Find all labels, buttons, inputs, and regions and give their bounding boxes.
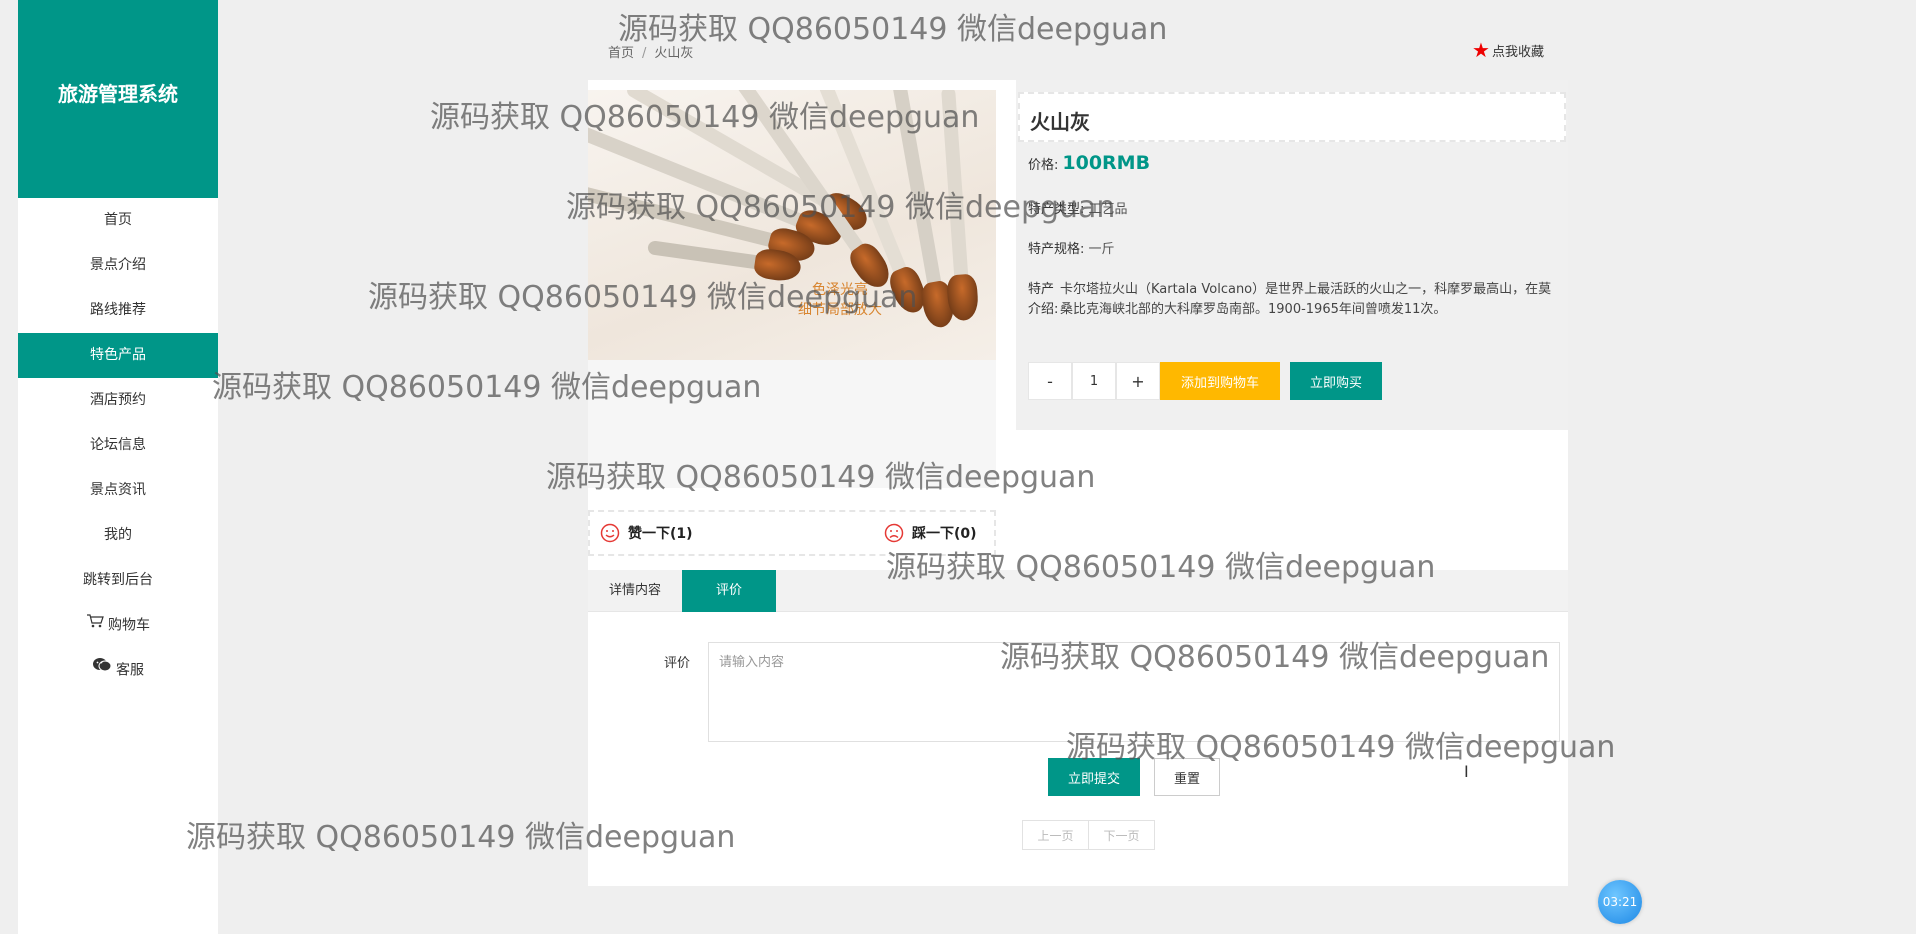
sidebar-item-products[interactable]: 特色产品	[18, 333, 218, 378]
sidebar-item-label: 路线推荐	[90, 302, 146, 318]
timer-badge[interactable]: 03:21	[1598, 880, 1642, 924]
breadcrumb: 首页 / 火山灰	[608, 42, 693, 61]
sidebar-item-cart[interactable]: 购物车	[18, 603, 218, 648]
product-title: 火山灰	[1018, 92, 1566, 142]
sidebar-item-hotels[interactable]: 酒店预约	[18, 378, 218, 423]
like-label: 赞一下(1)	[628, 526, 693, 542]
submit-button[interactable]: 立即提交	[1048, 758, 1140, 796]
spec-row: 特产规格: 一斤	[1028, 238, 1115, 257]
sidebar-item-label: 论坛信息	[90, 437, 146, 453]
breadcrumb-current: 火山灰	[654, 46, 694, 61]
cart-icon	[86, 603, 104, 648]
favorite-label: 点我收藏	[1491, 44, 1544, 60]
sidebar-item-label: 景点资讯	[90, 482, 146, 498]
reset-button[interactable]: 重置	[1154, 758, 1220, 796]
vote-bar: 赞一下(1) 踩一下(0)	[588, 510, 996, 556]
caption-line: 色泽光亮	[812, 282, 868, 298]
sidebar-item-label: 景点介绍	[90, 257, 146, 273]
sidebar-item-mine[interactable]: 我的	[18, 513, 218, 558]
tab-review[interactable]: 评价	[682, 570, 776, 612]
sidebar: 旅游管理系统 首页 景点介绍 路线推荐 特色产品 酒店预约 论坛信息 景点资讯 …	[18, 0, 218, 934]
sidebar-item-label: 首页	[104, 212, 132, 228]
tab-detail[interactable]: 详情内容	[588, 570, 682, 612]
dislike-button[interactable]: 踩一下(0)	[874, 523, 977, 543]
review-input[interactable]	[708, 642, 1560, 742]
watermark: 源码获取 QQ86050149 微信deepguan	[618, 12, 1168, 47]
star-icon: ★	[1472, 38, 1490, 62]
buy-now-button[interactable]: 立即购买	[1290, 362, 1382, 400]
sidebar-item-admin[interactable]: 跳转到后台	[18, 558, 218, 603]
breadcrumb-home[interactable]: 首页	[608, 46, 634, 61]
desc-value: 卡尔塔拉火山（Kartala Volcano）是世界上最活跃的火山之一，科摩罗最…	[1060, 282, 1552, 317]
text-cursor-icon: I	[1464, 762, 1469, 781]
product-image: 色泽光亮 细节局部放大	[588, 90, 996, 360]
sidebar-item-label: 购物车	[108, 617, 150, 634]
add-to-cart-button[interactable]: 添加到购物车	[1160, 362, 1280, 400]
sidebar-item-label: 跳转到后台	[83, 572, 153, 588]
quantity-plus-button[interactable]: +	[1116, 362, 1160, 400]
product-detail: 色泽光亮 细节局部放大 火山灰 价格: 100RMB 特产类型: 工艺品 特产规格…	[588, 80, 1568, 886]
dislike-label: 踩一下(0)	[912, 526, 977, 542]
smile-icon	[600, 523, 620, 543]
sidebar-item-news[interactable]: 景点资讯	[18, 468, 218, 513]
quantity-stepper: - 1 +	[1028, 362, 1160, 400]
type-value: 工艺品	[1088, 202, 1128, 217]
sidebar-item-label: 客服	[116, 662, 144, 679]
sidebar-nav: 首页 景点介绍 路线推荐 特色产品 酒店预约 论坛信息 景点资讯 我的 跳转到后…	[18, 198, 218, 693]
price-value: 100RMB	[1062, 152, 1151, 174]
product-info: 火山灰 价格: 100RMB 特产类型: 工艺品 特产规格: 一斤 特产介绍: 卡…	[1016, 80, 1568, 430]
quantity-minus-button[interactable]: -	[1028, 362, 1072, 400]
breadcrumb-separator: /	[642, 46, 647, 61]
like-button[interactable]: 赞一下(1)	[590, 523, 693, 543]
price-row: 价格: 100RMB	[1028, 152, 1150, 174]
detail-tabs: 详情内容 评价	[588, 570, 1568, 612]
brand: 旅游管理系统	[18, 0, 218, 198]
review-label: 评价	[664, 656, 691, 671]
favorite-button[interactable]: ★ 点我收藏	[1472, 40, 1544, 60]
desc-row: 特产介绍: 卡尔塔拉火山（Kartala Volcano）是世界上最活跃的火山之…	[1028, 280, 1556, 320]
frown-icon	[884, 523, 904, 543]
product-gallery: 色泽光亮 细节局部放大	[588, 90, 996, 488]
prev-page-button[interactable]: 上一页	[1022, 820, 1089, 850]
caption-line: 细节局部放大	[798, 302, 882, 318]
chat-icon	[92, 648, 112, 693]
sidebar-item-label: 我的	[104, 527, 132, 543]
spec-label: 特产规格:	[1028, 242, 1085, 257]
sidebar-item-label: 酒店预约	[90, 392, 146, 408]
sidebar-item-attractions[interactable]: 景点介绍	[18, 243, 218, 288]
spec-value: 一斤	[1088, 242, 1115, 257]
quantity-input[interactable]: 1	[1072, 362, 1116, 400]
next-page-button[interactable]: 下一页	[1088, 820, 1155, 850]
sidebar-item-home[interactable]: 首页	[18, 198, 218, 243]
sidebar-item-service[interactable]: 客服	[18, 648, 218, 693]
brand-title: 旅游管理系统	[58, 81, 178, 106]
sidebar-item-label: 特色产品	[90, 347, 146, 363]
type-row: 特产类型: 工艺品	[1028, 198, 1128, 217]
sidebar-item-routes[interactable]: 路线推荐	[18, 288, 218, 333]
price-label: 价格:	[1028, 158, 1059, 173]
sidebar-item-forum[interactable]: 论坛信息	[18, 423, 218, 468]
pagination: 上一页 下一页	[1022, 820, 1155, 850]
product-image-caption: 色泽光亮 细节局部放大	[798, 280, 882, 320]
desc-label: 特产介绍:	[1028, 282, 1059, 317]
type-label: 特产类型:	[1028, 202, 1085, 217]
